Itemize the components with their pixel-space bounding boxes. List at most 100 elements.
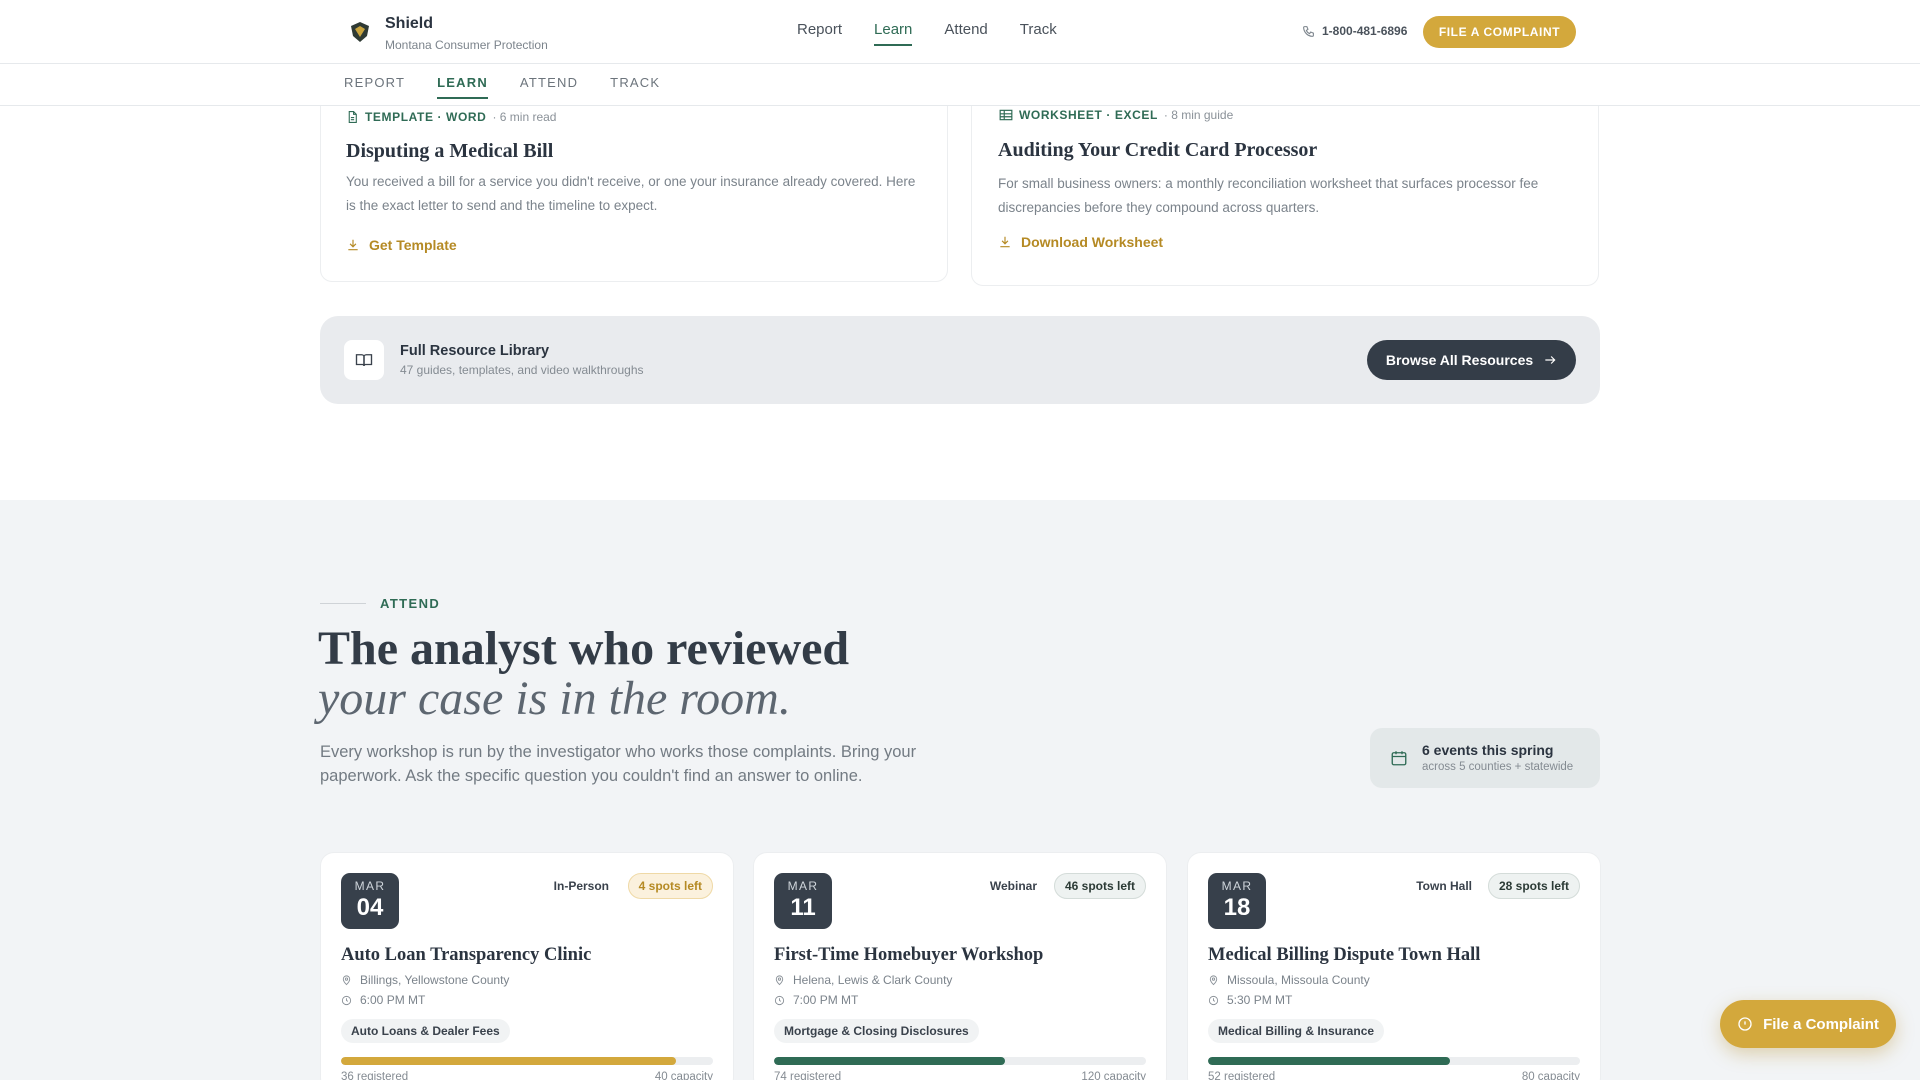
subnav-attend[interactable]: ATTEND — [520, 75, 578, 99]
event-time: 7:00 PM MT — [774, 993, 858, 1007]
phone-number: 1-800-481-6896 — [1322, 24, 1408, 38]
resource-duration: · 6 min read — [492, 110, 557, 124]
progress-fill — [341, 1057, 676, 1065]
event-type: Town Hall — [1416, 879, 1472, 893]
eyebrow-divider — [320, 603, 366, 604]
nav-attend[interactable]: Attend — [944, 21, 987, 46]
event-topic-tag: Mortgage & Closing Disclosures — [774, 1019, 979, 1043]
event-location: Helena, Lewis & Clark County — [774, 973, 952, 987]
events-count: 6 events this spring — [1422, 742, 1554, 758]
nav-report[interactable]: Report — [797, 21, 842, 46]
registered-count: 52 registered — [1208, 1071, 1276, 1080]
download-worksheet-link[interactable]: Download Worksheet — [998, 234, 1163, 250]
event-day: 11 — [790, 894, 816, 921]
shield-logo-icon — [351, 22, 369, 42]
event-type: In-Person — [553, 879, 609, 893]
event-date: MAR 11 — [774, 873, 832, 929]
event-title[interactable]: Auto Loan Transparency Clinic — [341, 945, 591, 966]
alert-circle-icon — [1738, 1017, 1752, 1031]
map-pin-icon — [342, 975, 351, 986]
event-time: 6:00 PM MT — [341, 993, 425, 1007]
events-count-badge: 6 events this spring across 5 counties +… — [1370, 728, 1600, 788]
calendar-icon — [1391, 751, 1407, 766]
resources-band — [0, 106, 1920, 500]
event-title[interactable]: First-Time Homebuyer Workshop — [774, 945, 1043, 966]
get-template-link[interactable]: Get Template — [346, 237, 457, 253]
resource-kind: TEMPLATE · WORD — [365, 110, 487, 124]
event-location: Billings, Yellowstone County — [341, 973, 509, 987]
section-eyebrow: ATTEND — [320, 596, 440, 611]
nav-track[interactable]: Track — [1020, 21, 1057, 46]
map-pin-icon — [775, 975, 784, 986]
event-card[interactable]: MAR 18 Town Hall 28 spots left Medical B… — [1187, 852, 1601, 1080]
event-month: MAR — [1221, 879, 1253, 893]
progress-fill — [1208, 1057, 1450, 1065]
phone-link[interactable]: 1-800-481-6896 — [1302, 24, 1407, 38]
resource-meta: WORKSHEET · EXCEL · 8 min guide — [999, 108, 1233, 122]
download-icon — [1000, 236, 1010, 248]
event-day: 04 — [356, 894, 384, 921]
event-card[interactable]: MAR 04 In-Person 4 spots left Auto Loan … — [320, 852, 734, 1080]
spots-badge: 4 spots left — [627, 873, 713, 899]
map-pin-icon — [1209, 975, 1218, 986]
button-label: Browse All Resources — [1385, 352, 1534, 368]
event-month: MAR — [354, 879, 386, 893]
capacity-count: 40 capacity — [654, 1071, 713, 1080]
section-intro: Every workshop is run by the investigato… — [320, 743, 917, 785]
registered-count: 74 registered — [774, 1071, 842, 1080]
section-subnav: REPORT LEARN ATTEND TRACK — [0, 64, 1920, 106]
resource-meta: TEMPLATE · WORD · 6 min read — [346, 110, 556, 124]
clock-icon — [774, 995, 785, 1005]
event-topic-tag: Auto Loans & Dealer Fees — [341, 1019, 510, 1043]
events-scope: across 5 counties + statewide — [1422, 761, 1574, 773]
capacity-count: 120 capacity — [1081, 1071, 1146, 1080]
location-text: Missoula, Missoula County — [1227, 973, 1370, 987]
section-headline: The analyst who reviewed — [318, 622, 850, 675]
resource-card[interactable]: WORKSHEET · EXCEL · 8 min guide Auditing… — [971, 106, 1599, 286]
event-location: Missoula, Missoula County — [1208, 973, 1370, 987]
resource-library-banner: Full Resource Library 47 guides, templat… — [320, 316, 1600, 404]
book-icon — [344, 340, 384, 380]
action-label: Get Template — [369, 237, 457, 253]
resource-duration: · 8 min guide — [1163, 108, 1234, 122]
resource-description: For small business owners: a monthly rec… — [998, 176, 1539, 215]
clock-icon — [341, 995, 352, 1005]
section-headline-italic: your case is in the room. — [318, 672, 791, 725]
event-month: MAR — [787, 879, 819, 893]
registration-progress — [774, 1057, 1146, 1065]
time-text: 5:30 PM MT — [1227, 993, 1293, 1007]
browse-all-resources-button[interactable]: Browse All Resources — [1367, 340, 1576, 380]
subnav-track[interactable]: TRACK — [610, 75, 660, 99]
spots-badge: 28 spots left — [1487, 873, 1580, 899]
event-date: MAR 18 — [1208, 873, 1266, 929]
event-card[interactable]: MAR 11 Webinar 46 spots left First-Time … — [753, 852, 1167, 1080]
registered-count: 36 registered — [341, 1071, 409, 1080]
capacity-count: 80 capacity — [1521, 1071, 1580, 1080]
file-complaint-fab[interactable]: File a Complaint — [1720, 1000, 1896, 1048]
nav-learn[interactable]: Learn — [874, 21, 913, 46]
progress-fill — [774, 1057, 1005, 1065]
resource-title[interactable]: Disputing a Medical Bill — [346, 140, 553, 163]
resource-kind: WORKSHEET · EXCEL — [1019, 108, 1158, 122]
event-title[interactable]: Medical Billing Dispute Town Hall — [1208, 945, 1480, 966]
library-title: Full Resource Library — [400, 343, 550, 359]
spreadsheet-icon — [999, 109, 1013, 121]
top-header: Shield Montana Consumer Protection Repor… — [0, 0, 1920, 64]
event-date: MAR 04 — [341, 873, 399, 929]
eyebrow-label: ATTEND — [380, 596, 441, 611]
subnav-report[interactable]: REPORT — [344, 75, 405, 99]
subnav-learn[interactable]: LEARN — [437, 75, 488, 99]
registration-progress — [1208, 1057, 1580, 1065]
resource-card[interactable]: TEMPLATE · WORD · 6 min read Disputing a… — [320, 106, 948, 282]
arrow-right-icon — [1545, 356, 1556, 364]
time-text: 7:00 PM MT — [793, 993, 859, 1007]
file-complaint-button[interactable]: FILE A COMPLAINT — [1423, 16, 1576, 48]
fab-label: File a Complaint — [1763, 1015, 1879, 1033]
event-type: Webinar — [989, 879, 1037, 893]
location-text: Billings, Yellowstone County — [360, 973, 510, 987]
main-nav: Report Learn Attend Track — [797, 21, 1057, 46]
brand[interactable]: Shield Montana Consumer Protection — [349, 15, 548, 52]
location-text: Helena, Lewis & Clark County — [793, 973, 953, 987]
event-topic-tag: Medical Billing & Insurance — [1208, 1019, 1385, 1043]
resource-title[interactable]: Auditing Your Credit Card Processor — [998, 139, 1317, 162]
